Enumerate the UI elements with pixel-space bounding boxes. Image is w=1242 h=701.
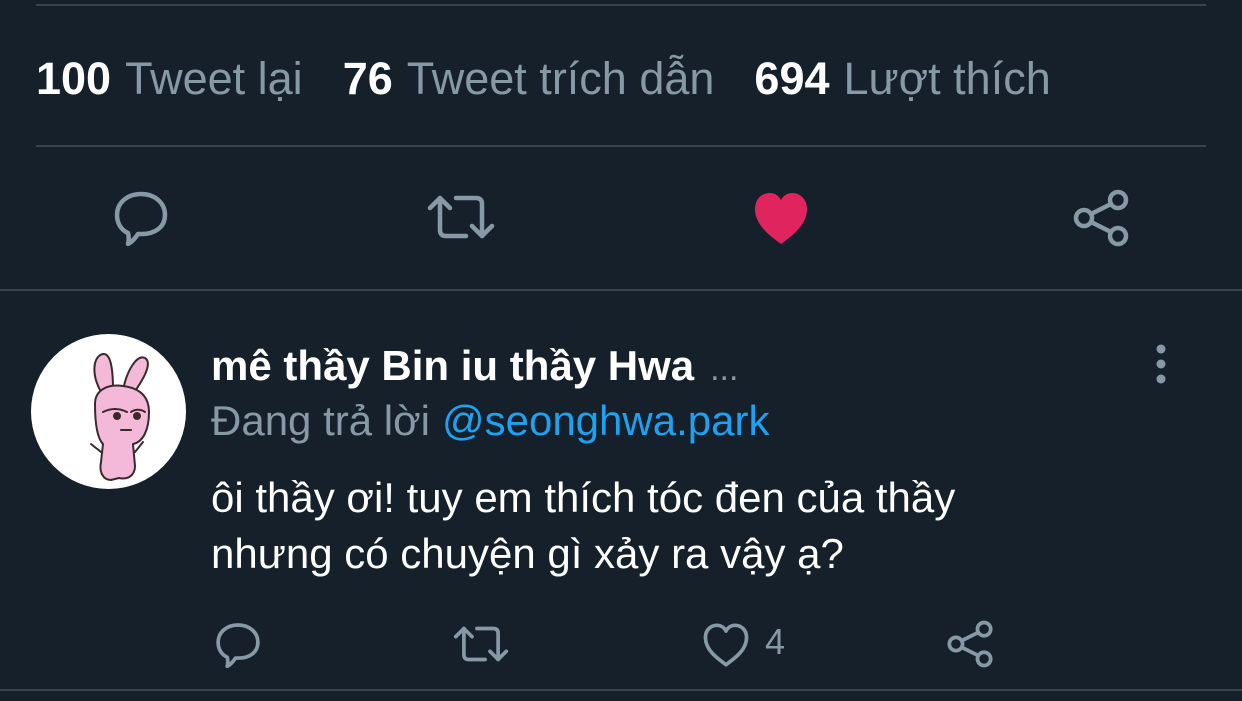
reply-text-line: nhưng có chuyện gì xảy ra vậy ạ? <box>211 530 844 577</box>
replying-prefix: Đang trả lời <box>211 397 430 444</box>
quote-stat[interactable]: 76 Tweet trích dẫn <box>343 54 715 104</box>
name-overflow: ... <box>710 350 739 388</box>
like-icon-filled[interactable] <box>752 190 810 246</box>
tweet-stats: 100 Tweet lại 76 Tweet trích dẫn 694 Lượt thí… <box>36 54 1091 104</box>
divider <box>36 145 1206 147</box>
reply-author[interactable]: mê thầy Bin iu thầy Hwa... <box>211 342 738 393</box>
more-options-icon[interactable] <box>1148 344 1174 384</box>
reply-icon[interactable] <box>214 620 262 668</box>
retweet-label: Tweet lại <box>125 53 303 104</box>
share-icon[interactable] <box>946 620 994 668</box>
reply-text: ôi thầy ơi! tuy em thích tóc đen của thầ… <box>211 470 1171 582</box>
share-icon[interactable] <box>1072 189 1130 247</box>
like-stat[interactable]: 694 Lượt thích <box>754 54 1050 104</box>
reply-like-count: 4 <box>765 621 786 662</box>
quote-label: Tweet trích dẫn <box>406 53 715 104</box>
like-icon[interactable] <box>702 622 750 668</box>
retweet-count: 100 <box>36 53 112 104</box>
divider <box>0 289 1242 291</box>
reply-display-name: mê thầy Bin iu thầy Hwa <box>211 342 695 389</box>
reply-icon[interactable] <box>112 188 170 246</box>
like-label: Lượt thích <box>843 53 1051 104</box>
retweet-stat[interactable]: 100 Tweet lại <box>36 54 303 104</box>
divider <box>0 689 1242 691</box>
bunny-avatar-icon <box>90 353 150 481</box>
avatar[interactable] <box>31 334 186 489</box>
reply-text-line: ôi thầy ơi! tuy em thích tóc đen của thầ… <box>211 474 956 521</box>
retweet-icon[interactable] <box>426 190 496 244</box>
divider <box>36 4 1206 6</box>
quote-count: 76 <box>342 53 393 104</box>
like-count-total: 694 <box>754 53 830 104</box>
replying-to: Đang trả lời @seonghwa.park <box>211 396 769 446</box>
replying-handle-link[interactable]: @seonghwa.park <box>442 397 770 444</box>
retweet-icon[interactable] <box>452 622 510 666</box>
tweet-detail-view: 100 Tweet lại 76 Tweet trích dẫn 694 Lượt thí… <box>0 0 1242 701</box>
